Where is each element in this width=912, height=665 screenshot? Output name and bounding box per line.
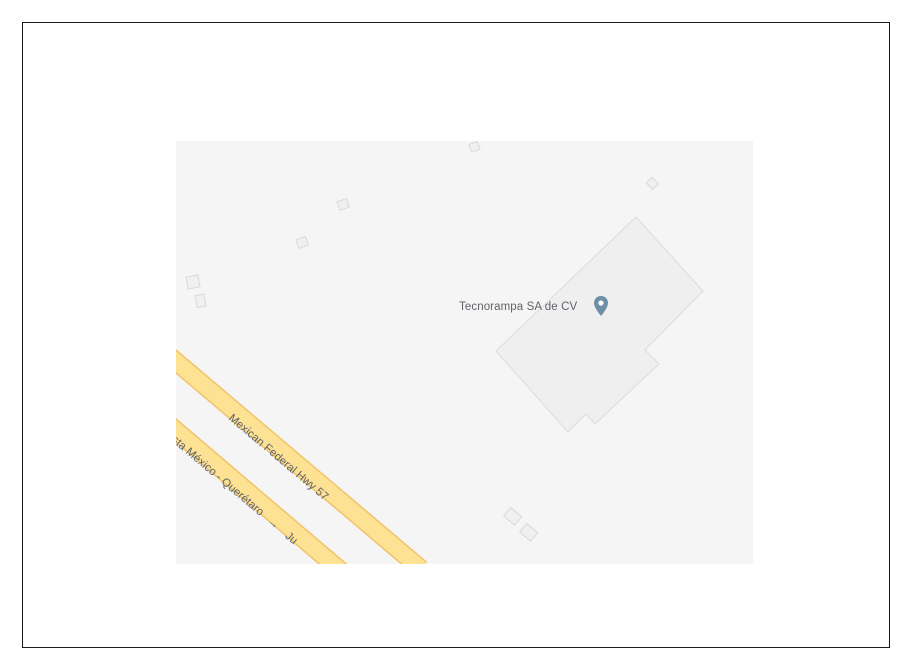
building-small [336,197,351,212]
map-canvas[interactable]: Mexican Federal Hwy 57 ista México - Que… [176,141,753,564]
building-small [185,274,201,290]
building-small [194,293,207,309]
map-frame: Mexican Federal Hwy 57 ista México - Que… [22,22,890,648]
map-pin-icon[interactable] [594,296,608,316]
building-footprint-main[interactable] [495,216,704,433]
building-small [295,235,310,250]
building-small [645,176,660,191]
poi-label[interactable]: Tecnorampa SA de CV [459,301,577,313]
building-small [503,506,523,526]
building-small [468,141,481,153]
building-small [519,522,539,542]
map-svg: Mexican Federal Hwy 57 ista México - Que… [176,141,704,564]
